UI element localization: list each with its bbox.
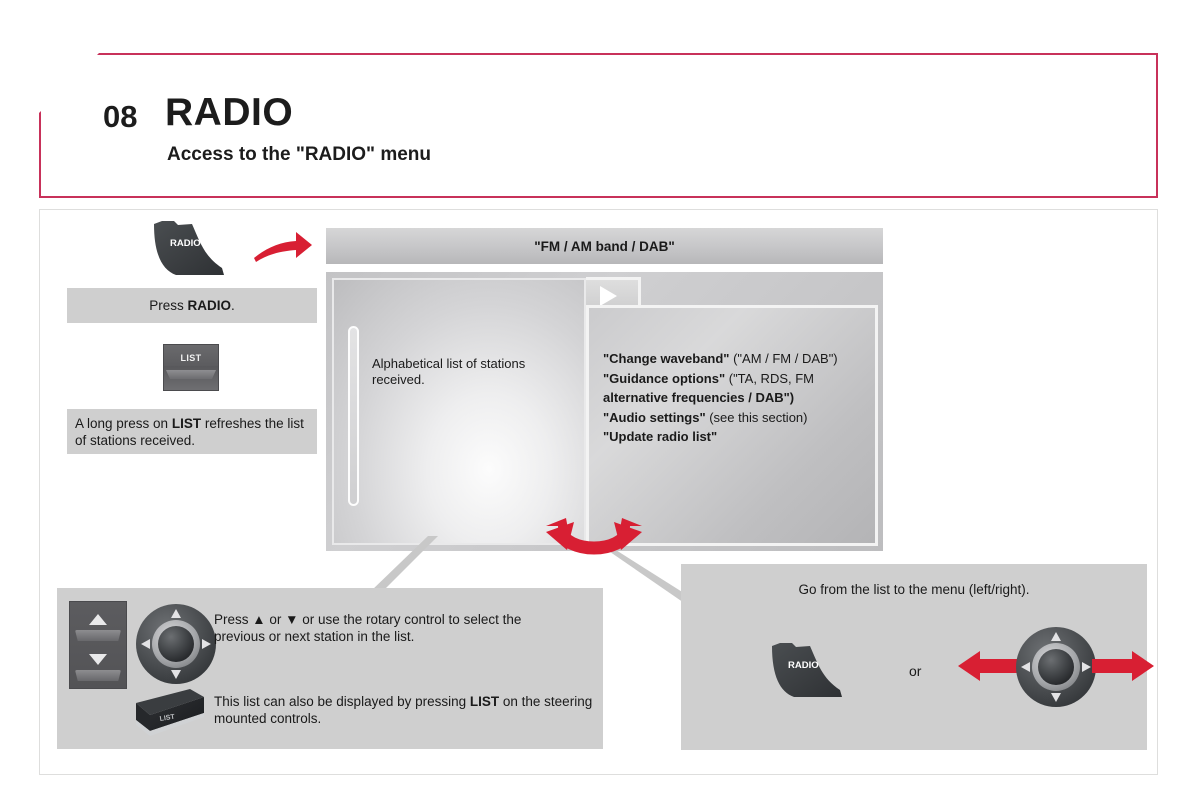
list-fascia-key[interactable]: LIST (163, 344, 219, 391)
press-radio-caption-box: Press RADIO. (67, 288, 317, 323)
rotary-control-icon-2[interactable] (1015, 626, 1097, 708)
rotary-instruction-line2: previous or next station in the list. (214, 629, 415, 644)
menu-item-3[interactable]: "Update radio list" (603, 428, 873, 447)
menu-item-0[interactable]: "Change waveband" ("AM / FM / DAB") (603, 350, 873, 369)
page-subtitle: Access to the "RADIO" menu (167, 144, 432, 165)
steering-list-instruction-text: This list can also be displayed by press… (214, 693, 594, 727)
menu-item-3-rest: (see this section) (705, 409, 808, 425)
menu-item-2[interactable]: "Audio settings" (see this section) (603, 409, 873, 428)
list-key-ridge (166, 370, 216, 379)
press-radio-text-bold: RADIO (187, 298, 232, 313)
chapter-number: 08 (103, 99, 138, 134)
menu-item-1-cont: alternative frequencies / DAB") (603, 389, 873, 408)
menu-item-0-label: "Change waveband" (603, 351, 730, 366)
menu-item-2-label: alternative frequencies / DAB") (603, 390, 795, 405)
list-caption-part1: A long press on (75, 416, 172, 431)
press-radio-text-prefix: Press (149, 298, 188, 313)
menu-item-1[interactable]: "Guidance options" ("TA, RDS, FM (603, 370, 873, 389)
rocker-down-pad[interactable] (75, 670, 121, 681)
bottom-left-panel: Press ▲ or ▼ or use the rotary control t… (57, 588, 603, 749)
station-list-pane[interactable]: Alphabetical list of stations received. (332, 278, 586, 545)
red-double-arrow-icon (534, 516, 654, 568)
bottom-right-panel: Go from the list to the menu (left/right… (681, 564, 1154, 750)
menu-item-0-rest: ("AM / FM / DAB") (729, 351, 838, 366)
page-title: RADIO (165, 91, 294, 134)
rocker-up-triangle-icon (89, 614, 107, 625)
steering-instruction-bold: LIST (469, 694, 500, 709)
steering-instruction-part1: This list can also be displayed by press… (214, 694, 470, 709)
manual-page: 08 RADIO Access to the "RADIO" menu RADI… (0, 0, 1200, 800)
radio-key-label-2: RADIO (788, 660, 819, 671)
list-scrollbar[interactable] (348, 326, 359, 506)
list-key-label: LIST (180, 353, 202, 363)
up-down-rocker-icon[interactable] (69, 601, 127, 689)
rotary-control-icon[interactable] (135, 603, 217, 685)
right-arrow-icon (1092, 649, 1154, 683)
press-radio-text-suffix: . (231, 298, 235, 313)
list-caption-bold: LIST (171, 416, 202, 431)
rotary-instruction-text: Press ▲ or ▼ or use the rotary control t… (214, 611, 594, 645)
radio-fascia-key-2[interactable]: RADIO (766, 642, 848, 700)
radio-menu-pane[interactable]: "Change waveband" ("AM / FM / DAB") "Gui… (586, 305, 878, 546)
menu-pane-tab[interactable] (586, 277, 641, 308)
menu-item-1-rest: ("TA, RDS, FM (725, 370, 814, 386)
bottom-right-panel-title: Go from the list to the menu (left/right… (798, 582, 1030, 597)
steering-list-key[interactable]: LIST (130, 687, 208, 739)
leader-wedge-list (370, 536, 440, 596)
menu-item-1-label: "Guidance options" (603, 370, 726, 386)
rotary-instruction-line1: Press ▲ or ▼ or use the rotary control t… (214, 612, 522, 627)
play-triangle-icon (600, 286, 617, 306)
or-label: or (909, 663, 922, 679)
station-list-description: Alphabetical list of stations received. (372, 356, 526, 387)
radio-fascia-key[interactable]: RADIO (148, 220, 230, 278)
red-arrow-right-icon (252, 228, 314, 268)
page-header: 08 RADIO Access to the "RADIO" menu (39, 53, 1158, 198)
rocker-down-triangle-icon (89, 654, 107, 665)
menu-item-4-label: "Update radio list" (603, 429, 718, 444)
left-arrow-icon (958, 649, 1020, 683)
rocker-up-pad[interactable] (75, 630, 121, 641)
long-press-list-caption-box: A long press on LIST refreshes the list … (67, 409, 317, 454)
radio-menu-list: "Change waveband" ("AM / FM / DAB") "Gui… (603, 350, 873, 448)
screen-title-bar: "FM / AM band / DAB" (326, 228, 883, 264)
menu-item-3-label: "Audio settings" (603, 409, 706, 425)
radio-key-label: RADIO (170, 238, 201, 249)
